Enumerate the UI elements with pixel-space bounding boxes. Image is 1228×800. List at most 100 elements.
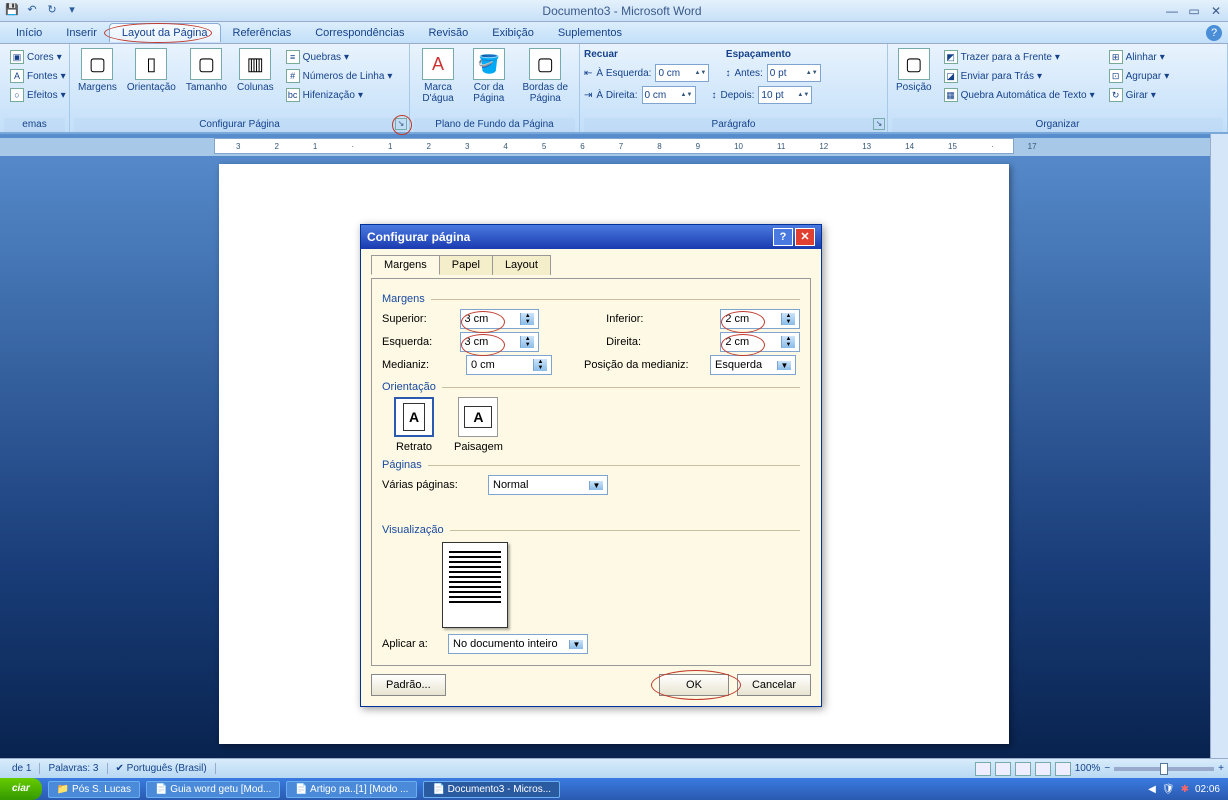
help-icon[interactable]: ? (1206, 25, 1222, 41)
view-web-button[interactable] (1015, 762, 1031, 776)
marca-dagua-button[interactable]: AMarca D'água (414, 46, 462, 106)
taskbar-item[interactable]: 📁 Pós S. Lucas (48, 781, 140, 798)
view-draft-button[interactable] (1055, 762, 1071, 776)
redo-icon[interactable]: ↻ (44, 3, 60, 19)
dialog-close-button[interactable]: ✕ (795, 228, 815, 246)
pos-medianiz-select[interactable]: Esquerda▼ (710, 355, 796, 375)
space-before-input[interactable]: 0 pt▲▼ (767, 64, 821, 82)
dialog-tabs: Margens Papel Layout (371, 255, 811, 275)
enviar-tras-button[interactable]: ◪Enviar para Trás ▾ (940, 67, 1099, 85)
dialog-tab-margens[interactable]: Margens (371, 255, 440, 275)
tab-inicio[interactable]: Início (4, 24, 54, 42)
inferior-input[interactable]: 2 cm▲▼ (720, 309, 800, 329)
dialog-tab-layout[interactable]: Layout (492, 255, 551, 275)
hifenizacao-button[interactable]: bcHifenização ▾ (282, 86, 397, 104)
view-print-layout-button[interactable] (975, 762, 991, 776)
posicao-button[interactable]: ▢Posição (892, 46, 936, 95)
indent-left-input[interactable]: 0 cm▲▼ (655, 64, 709, 82)
efeitos-button[interactable]: ○Efeitos ▾ (6, 86, 70, 104)
alinhar-button[interactable]: ⊞Alinhar ▾ (1105, 48, 1174, 66)
numeros-linha-button[interactable]: #Números de Linha ▾ (282, 67, 397, 85)
tab-revisao[interactable]: Revisão (416, 24, 480, 42)
superior-label: Superior: (382, 313, 454, 325)
ribbon: ▣Cores ▾ AFontes ▾ ○Efeitos ▾ emas ▢Marg… (0, 44, 1228, 134)
indent-right-input[interactable]: 0 cm▲▼ (642, 86, 696, 104)
girar-button[interactable]: ↻Girar ▾ (1105, 86, 1174, 104)
tab-correspondencias[interactable]: Correspondências (303, 24, 416, 42)
position-icon: ▢ (898, 48, 930, 80)
tab-exibicao[interactable]: Exibição (480, 24, 546, 42)
group-label: Plano de Fundo da Página (414, 118, 575, 132)
padrao-button[interactable]: Padrão... (371, 674, 446, 696)
start-button[interactable]: ciar (0, 778, 42, 800)
dialog-launcher-icon[interactable]: ↘ (395, 118, 407, 130)
view-full-screen-button[interactable] (995, 762, 1011, 776)
medianiz-input[interactable]: 0 cm▲▼ (466, 355, 552, 375)
tray-icon[interactable]: ◀ (1148, 784, 1156, 795)
watermark-icon: A (422, 48, 454, 80)
space-after-icon: ↕ (712, 90, 717, 101)
dialog-help-button[interactable]: ? (773, 228, 793, 246)
group-label: Organizar (892, 118, 1223, 132)
space-after-input[interactable]: 10 pt▲▼ (758, 86, 812, 104)
view-outline-button[interactable] (1035, 762, 1051, 776)
cor-pagina-button[interactable]: 🪣Cor da Página (464, 46, 513, 106)
taskbar-item[interactable]: 📄 Artigo pa..[1] [Modo ... (286, 781, 417, 798)
rotate-icon: ↻ (1109, 88, 1123, 102)
quebras-button[interactable]: ≡Quebras ▾ (282, 48, 397, 66)
undo-icon[interactable]: ↶ (24, 3, 40, 19)
status-language[interactable]: ✔ Português (Brasil) (108, 763, 216, 774)
direita-label: Direita: (606, 336, 714, 348)
tab-suplementos[interactable]: Suplementos (546, 24, 634, 42)
retrato-button[interactable]: A Retrato (394, 397, 434, 453)
minimize-button[interactable]: — (1164, 4, 1180, 18)
tamanho-button[interactable]: ▢Tamanho (182, 46, 231, 95)
orientacao-button[interactable]: ▯Orientação (123, 46, 180, 95)
quebra-texto-button[interactable]: ▦Quebra Automática de Texto ▾ (940, 86, 1099, 104)
zoom-out-button[interactable]: − (1104, 763, 1110, 774)
ok-button[interactable]: OK (659, 674, 729, 696)
colors-icon: ▣ (10, 50, 24, 64)
group-plano-fundo: AMarca D'água 🪣Cor da Página ▢Bordas de … (410, 44, 580, 132)
dialog-tab-papel[interactable]: Papel (439, 255, 493, 275)
tray-icon[interactable]: ✱ (1181, 784, 1189, 795)
colunas-button[interactable]: ▥Colunas (233, 46, 278, 95)
paisagem-button[interactable]: A Paisagem (454, 397, 503, 453)
zoom-level[interactable]: 100% (1075, 763, 1101, 774)
margens-button[interactable]: ▢Margens (74, 46, 121, 95)
fontes-button[interactable]: AFontes ▾ (6, 67, 70, 85)
font-icon: A (10, 69, 24, 83)
taskbar: ciar 📁 Pós S. Lucas 📄 Guia word getu [Mo… (0, 778, 1228, 800)
dialog-title-bar[interactable]: Configurar página ? ✕ (361, 225, 821, 249)
tray-icon[interactable]: 🛡 (1162, 784, 1175, 795)
varias-paginas-select[interactable]: Normal▼ (488, 475, 608, 495)
superior-input[interactable]: 3 cm▲▼ (460, 309, 540, 329)
dialog-launcher-icon[interactable]: ↘ (873, 118, 885, 130)
direita-input[interactable]: 2 cm▲▼ (720, 332, 800, 352)
clock[interactable]: 02:06 (1195, 784, 1220, 795)
cancelar-button[interactable]: Cancelar (737, 674, 811, 696)
qat-dropdown-icon[interactable]: ▾ (64, 3, 80, 19)
esquerda-input[interactable]: 3 cm▲▼ (460, 332, 540, 352)
taskbar-item[interactable]: 📄 Guia word getu [Mod... (146, 781, 280, 798)
aplicar-a-select[interactable]: No documento inteiro▼ (448, 634, 588, 654)
tab-referencias[interactable]: Referências (221, 24, 304, 42)
bordas-pagina-button[interactable]: ▢Bordas de Página (516, 46, 575, 106)
tab-inserir[interactable]: Inserir (54, 24, 109, 42)
agrupar-button[interactable]: ⊡Agrupar ▾ (1105, 67, 1174, 85)
zoom-in-button[interactable]: + (1218, 763, 1224, 774)
cores-button[interactable]: ▣Cores ▾ (6, 48, 70, 66)
close-button[interactable]: ✕ (1208, 4, 1224, 18)
taskbar-item[interactable]: 📄 Documento3 - Micros... (423, 781, 560, 798)
vertical-scrollbar[interactable] (1210, 134, 1228, 758)
trazer-frente-button[interactable]: ◩Trazer para a Frente ▾ (940, 48, 1099, 66)
system-tray[interactable]: ◀ 🛡 ✱ 02:06 (1140, 784, 1228, 795)
dialog-panel: Margens Superior: 3 cm▲▼ Inferior: 2 cm▲… (371, 278, 811, 666)
save-icon[interactable]: 💾 (4, 3, 20, 19)
tab-layout-pagina[interactable]: Layout da Página (109, 23, 221, 42)
status-words[interactable]: Palavras: 3 (40, 763, 107, 774)
maximize-button[interactable]: ▭ (1186, 4, 1202, 18)
portrait-icon: A (394, 397, 434, 437)
zoom-slider[interactable] (1114, 767, 1214, 771)
horizontal-ruler[interactable]: 321·123456789101112131415·17 (214, 138, 1014, 154)
